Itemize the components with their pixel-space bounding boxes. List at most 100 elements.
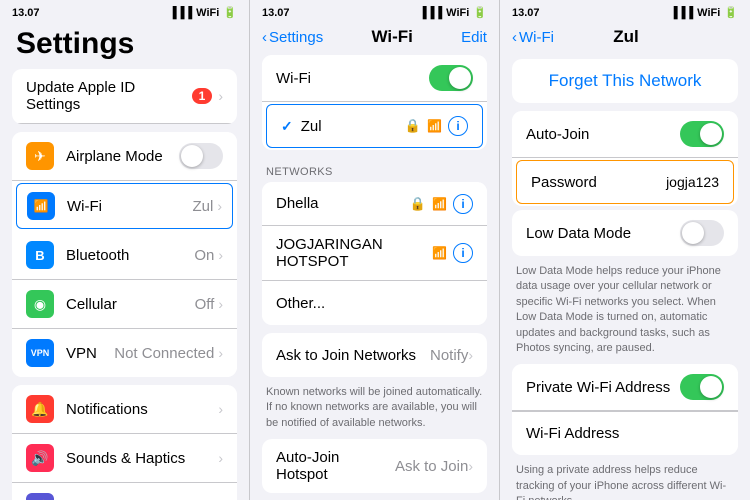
wifi-check-icon: ✓ xyxy=(281,118,293,135)
wifi-back-button[interactable]: ‹ Settings xyxy=(262,29,323,46)
ask-join-row[interactable]: Ask to Join Networks Notify › xyxy=(262,333,487,377)
low-data-label: Low Data Mode xyxy=(526,225,631,242)
password-row[interactable]: Password jogja123 xyxy=(516,160,734,204)
auto-join-detail-label: Auto-Join xyxy=(526,126,589,143)
networks-section-label: NETWORKS xyxy=(250,158,499,182)
notifications-card: 🔔 Notifications › 🔊 Sounds & Haptics › 🌙… xyxy=(12,385,237,500)
low-data-desc: Low Data Mode helps reduce your iPhone d… xyxy=(500,260,750,364)
ask-join-label: Ask to Join Networks xyxy=(276,347,430,364)
dhella-signal-icon: 📶 xyxy=(432,197,447,211)
zul-back-chevron-icon: ‹ xyxy=(512,29,517,46)
auto-join-label: Auto-Join Hotspot xyxy=(276,449,395,483)
ask-join-desc: Known networks will be joined automatica… xyxy=(250,381,499,439)
wifi-edit-button[interactable]: Edit xyxy=(461,29,487,46)
time-1: 13.07 xyxy=(12,7,40,19)
wifi-zul-label: Zul xyxy=(301,118,405,135)
wifi-nav-bar: ‹ Settings Wi-Fi Edit xyxy=(250,23,499,55)
zul-info-button[interactable]: i xyxy=(448,116,468,136)
signal-icon-3: ▐▐▐ xyxy=(670,7,693,19)
auto-join-value: Ask to Join xyxy=(395,458,468,475)
wifi-zul-icons: 🔒 📶 i xyxy=(405,116,468,136)
status-bar-2: 13.07 ▐▐▐ WiFi 🔋 xyxy=(250,0,499,23)
signal-icon-2: ▐▐▐ xyxy=(419,7,442,19)
bluetooth-value: On xyxy=(194,247,214,264)
auto-join-detail-row[interactable]: Auto-Join xyxy=(512,111,738,158)
low-data-thumb xyxy=(682,222,704,244)
airplane-toggle[interactable] xyxy=(179,143,223,169)
jogja-row[interactable]: JOGJARINGAN HOTSPOT 📶 i xyxy=(262,226,487,281)
dhella-lock-icon: 🔒 xyxy=(410,196,426,212)
jogja-signal-icon: 📶 xyxy=(432,246,447,260)
dhella-label: Dhella xyxy=(276,195,410,212)
jogja-info-button[interactable]: i xyxy=(453,243,473,263)
private-wifi-card: Private Wi-Fi Address Wi-Fi Address xyxy=(512,364,738,455)
dhella-row[interactable]: Dhella 🔒 📶 i xyxy=(262,182,487,226)
wifi-toggle-label: Wi-Fi xyxy=(276,70,429,87)
vpn-icon: VPN xyxy=(26,339,54,367)
cellular-chevron: › xyxy=(218,296,223,312)
wifi-address-row: Wi-Fi Address xyxy=(512,411,738,455)
wifi-icon: 📶 xyxy=(27,192,55,220)
wifi-status-icon-2: WiFi xyxy=(446,7,469,19)
private-wifi-row[interactable]: Private Wi-Fi Address xyxy=(512,364,738,411)
dhella-info-button[interactable]: i xyxy=(453,194,473,214)
other-row[interactable]: Other... xyxy=(262,281,487,325)
wifi-zul-row[interactable]: ✓ Zul 🔒 📶 i xyxy=(266,104,483,148)
settings-panel: 13.07 ▐▐▐ WiFi 🔋 Settings Update Apple I… xyxy=(0,0,250,500)
notifications-chevron: › xyxy=(218,401,223,417)
update-card: Update Apple ID Settings 1 › xyxy=(12,69,237,124)
update-label: Update Apple ID Settings xyxy=(26,79,192,113)
wifi-chevron: › xyxy=(217,198,222,214)
airplane-mode-row[interactable]: ✈ Airplane Mode xyxy=(12,132,237,181)
status-bar-3: 13.07 ▐▐▐ WiFi 🔋 xyxy=(500,0,750,23)
forget-network-button[interactable]: Forget This Network xyxy=(512,59,738,103)
vpn-row[interactable]: VPN VPN Not Connected › xyxy=(12,329,237,377)
zul-nav-bar: ‹ Wi-Fi Zul xyxy=(500,23,750,55)
zul-detail-panel: 13.07 ▐▐▐ WiFi 🔋 ‹ Wi-Fi Zul Forget This… xyxy=(500,0,750,500)
sounds-row[interactable]: 🔊 Sounds & Haptics › xyxy=(12,434,237,483)
battery-icon: 🔋 xyxy=(223,6,237,19)
low-data-row[interactable]: Low Data Mode xyxy=(512,210,738,256)
back-chevron-icon: ‹ xyxy=(262,29,267,46)
auto-join-chevron: › xyxy=(468,458,473,474)
auto-join-detail-toggle[interactable] xyxy=(680,121,724,147)
bluetooth-row[interactable]: B Bluetooth On › xyxy=(12,231,237,280)
bluetooth-label: Bluetooth xyxy=(66,247,194,264)
sounds-label: Sounds & Haptics xyxy=(66,450,218,467)
wifi-main-toggle[interactable] xyxy=(429,65,473,91)
private-wifi-toggle[interactable] xyxy=(680,374,724,400)
zul-nav-title: Zul xyxy=(613,27,639,47)
time-3: 13.07 xyxy=(512,7,540,19)
networks-card: Dhella 🔒 📶 i JOGJARINGAN HOTSPOT 📶 i xyxy=(262,182,487,325)
wifi-toggle-row[interactable]: Wi-Fi xyxy=(262,55,487,102)
wifi-scroll: Wi-Fi ✓ Zul 🔒 📶 i NETWORKS xyxy=(250,55,499,500)
update-row[interactable]: Update Apple ID Settings 1 › xyxy=(12,69,237,124)
status-icons-3: ▐▐▐ WiFi 🔋 xyxy=(670,6,738,19)
ask-join-chevron: › xyxy=(468,347,473,363)
battery-icon-3: 🔋 xyxy=(724,6,738,19)
zul-scroll: Forget This Network Auto-Join Password j… xyxy=(500,55,750,500)
autojoin-password-card: Auto-Join Password jogja123 xyxy=(512,111,738,206)
cellular-icon: ◉ xyxy=(26,290,54,318)
wifi-row[interactable]: 📶 Wi-Fi Zul › xyxy=(16,183,233,229)
focus-icon: 🌙 xyxy=(26,493,54,500)
wifi-back-label: Settings xyxy=(269,29,323,46)
auto-join-row[interactable]: Auto-Join Hotspot Ask to Join › xyxy=(262,439,487,493)
zul-back-button[interactable]: ‹ Wi-Fi xyxy=(512,29,554,46)
wifi-status-icon: WiFi xyxy=(196,7,219,19)
wifi-nav-title: Wi-Fi xyxy=(371,27,412,47)
time-2: 13.07 xyxy=(262,7,290,19)
low-data-card: Low Data Mode xyxy=(512,210,738,256)
password-label: Password xyxy=(531,174,597,191)
low-data-toggle[interactable] xyxy=(680,220,724,246)
other-label: Other... xyxy=(276,295,473,312)
settings-title: Settings xyxy=(0,23,249,69)
focus-row[interactable]: 🌙 Focus › xyxy=(12,483,237,500)
update-chevron: › xyxy=(218,88,223,104)
sounds-chevron: › xyxy=(218,450,223,466)
connectivity-card: ✈ Airplane Mode 📶 Wi-Fi Zul › B Bluetoot… xyxy=(12,132,237,377)
cellular-row[interactable]: ◉ Cellular Off › xyxy=(12,280,237,329)
settings-scroll: Update Apple ID Settings 1 › ✈ Airplane … xyxy=(0,69,249,500)
airplane-label: Airplane Mode xyxy=(66,148,179,165)
notifications-row[interactable]: 🔔 Notifications › xyxy=(12,385,237,434)
